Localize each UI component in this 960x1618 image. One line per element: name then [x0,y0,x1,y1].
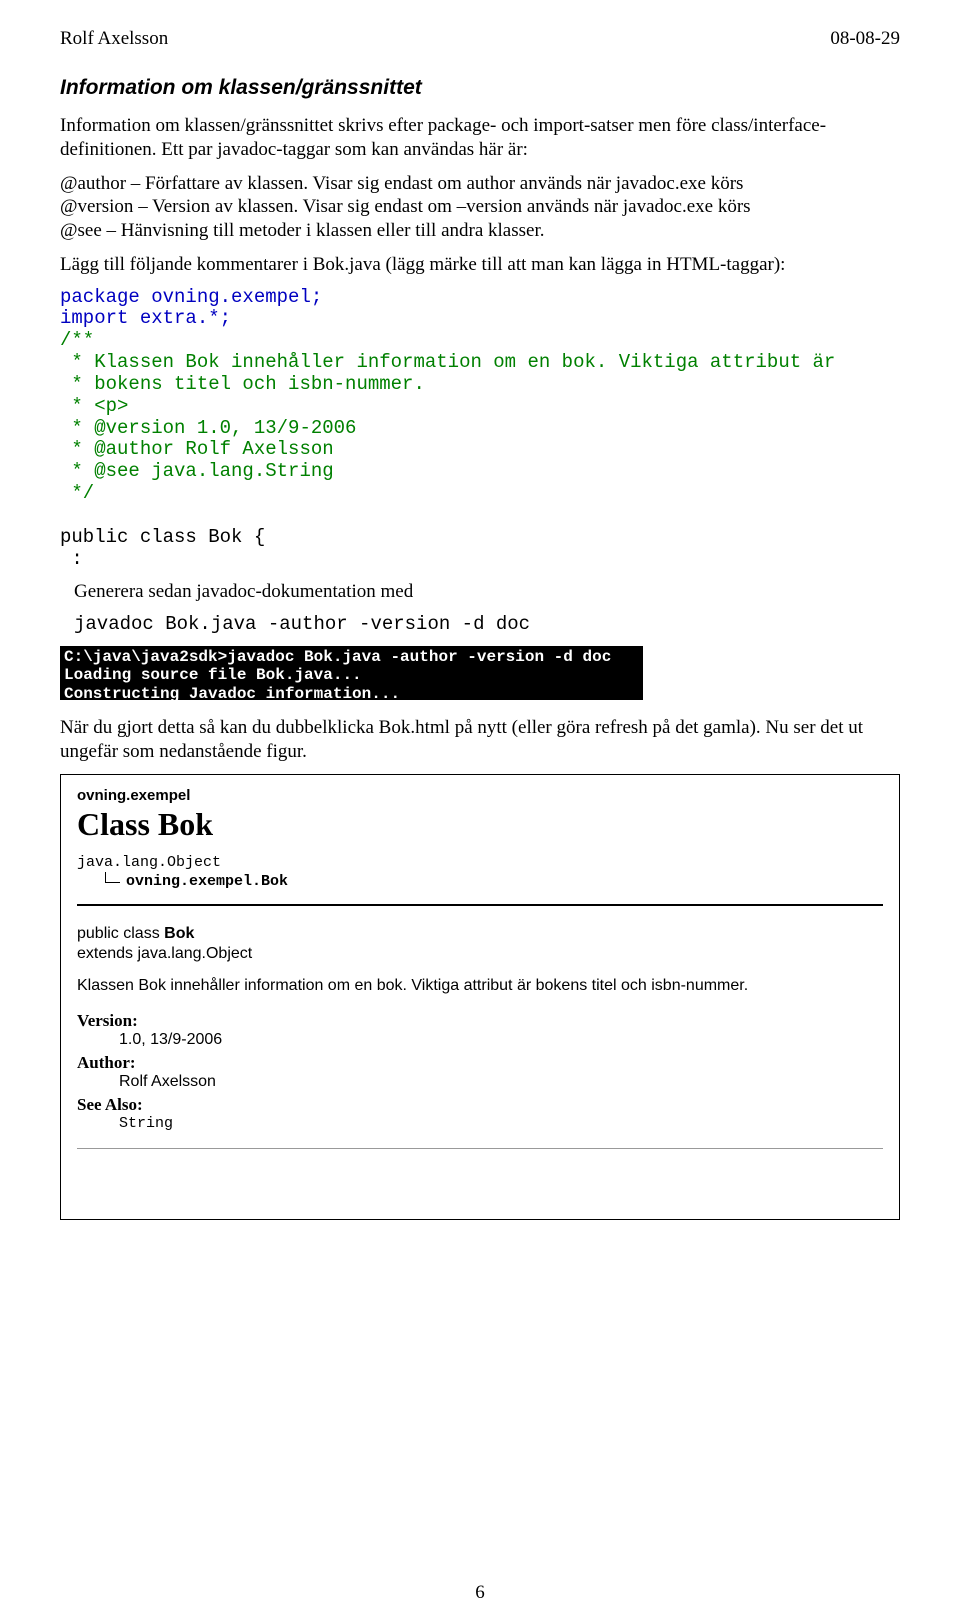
see-also-label: See Also: [77,1095,883,1115]
intro-paragraph: Information om klassen/gränssnittet skri… [60,114,900,162]
code-line: */ [60,482,94,504]
code-line: import extra.*; [60,307,231,329]
code-line: : [60,548,83,570]
tag-desc: – Version av klassen. Visar sig endast o… [133,196,750,217]
author-label: Author: [77,1053,883,1073]
header-date: 08-08-29 [830,28,900,50]
javadoc-tags-list: @author – Författare av klassen. Visar s… [60,172,900,243]
signature-class-name: Bok [164,925,194,942]
tree-elbow-icon [105,872,120,883]
page-header: Rolf Axelsson 08-08-29 [60,28,900,50]
generate-instruction: Generera sedan javadoc-dokumentation med [74,580,900,604]
list-item: @author – Författare av klassen. Visar s… [60,172,900,196]
code-line: package ovning.exempel; [60,286,322,308]
tag-desc: – Författare av klassen. Visar sig endas… [126,173,743,194]
author-value: Rolf Axelsson [119,1073,883,1091]
divider [77,1148,883,1149]
hierarchy-root: java.lang.Object [77,853,883,873]
tag-desc: – Hänvisning till metoder i klassen elle… [102,220,545,241]
code-line: public class Bok { [60,526,265,548]
javadoc-command: javadoc Bok.java -author -version -d doc [74,614,900,636]
code-line: * bokens titel och isbn-nummer. [60,373,425,395]
signature-modifier: public class [77,925,164,942]
java-code-block: package ovning.exempel; import extra.*; … [60,287,900,571]
code-line: * <p> [60,395,128,417]
javadoc-class-title: Class Bok [77,806,883,843]
tag-name: @version [60,196,133,217]
list-item: @see – Hänvisning till metoder i klassen… [60,219,900,243]
code-line: /** [60,329,94,351]
header-author: Rolf Axelsson [60,28,168,50]
code-line: * @see java.lang.String [60,460,334,482]
tag-name: @author [60,173,126,194]
signature-extends: extends java.lang.Object [77,945,252,962]
see-also-value: String [119,1115,883,1132]
page-number: 6 [0,1582,960,1604]
divider [77,904,883,906]
version-label: Version: [77,1011,883,1031]
list-item: @version – Version av klassen. Visar sig… [60,195,900,219]
version-value: 1.0, 13/9-2006 [119,1031,883,1049]
code-line: * Klassen Bok innehåller information om … [60,351,835,373]
code-line: * @author Rolf Axelsson [60,438,334,460]
javadoc-hierarchy: java.lang.Object ovning.exempel.Bok [77,853,883,892]
result-paragraph: När du gjort detta så kan du dubbelklick… [60,716,900,764]
code-line: * @version 1.0, 13/9-2006 [60,417,356,439]
javadoc-metadata: Version: 1.0, 13/9-2006 Author: Rolf Axe… [77,1011,883,1132]
terminal-output: C:\java\java2sdk>javadoc Bok.java -autho… [60,646,643,700]
javadoc-package: ovning.exempel [77,787,883,804]
hierarchy-child: ovning.exempel.Bok [126,873,288,890]
tag-name: @see [60,220,102,241]
instruction-paragraph: Lägg till följande kommentarer i Bok.jav… [60,253,900,277]
class-description: Klassen Bok innehåller information om en… [77,977,883,995]
section-title: Information om klassen/gränssnittet [60,76,900,100]
class-signature: public class Bok extends java.lang.Objec… [77,924,883,966]
javadoc-figure: ovning.exempel Class Bok java.lang.Objec… [60,774,900,1220]
